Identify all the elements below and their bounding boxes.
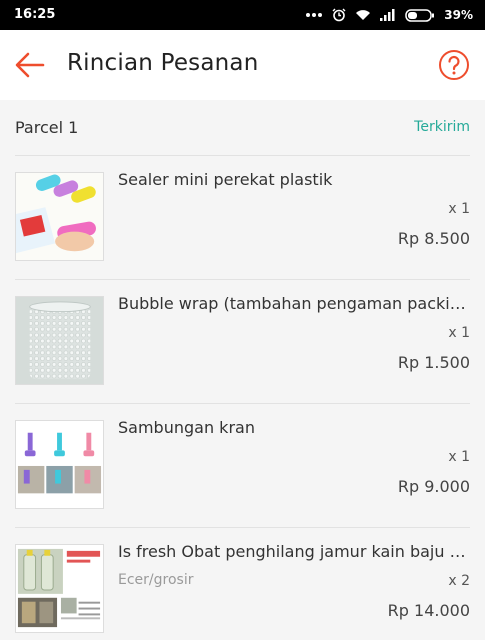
parcel-status: Terkirim	[414, 119, 470, 135]
order-item[interactable]: Sambungan kran x 1 Rp 9.000	[15, 403, 470, 527]
help-icon	[439, 50, 469, 80]
item-name: Sambungan kran	[118, 418, 255, 437]
item-quantity: x 1	[448, 325, 470, 341]
status-icons: 39%	[305, 6, 473, 24]
order-item-list: Sealer mini perekat plastik x 1 Rp 8.500…	[15, 155, 470, 640]
status-bar: 16:25 39%	[0, 0, 485, 30]
parcel-header: Parcel 1 Terkirim	[0, 100, 485, 155]
product-thumbnail	[15, 172, 104, 261]
item-quantity: x 2	[448, 573, 470, 589]
page-title: Rincian Pesanan	[67, 50, 259, 76]
product-thumbnail	[15, 544, 104, 633]
item-quantity: x 1	[448, 201, 470, 217]
back-button[interactable]	[12, 49, 48, 81]
item-variant: Ecer/grosir	[118, 572, 194, 588]
product-thumbnail	[15, 296, 104, 385]
item-price: Rp 1.500	[397, 353, 470, 372]
status-time: 16:25	[14, 7, 56, 22]
wifi-icon	[355, 9, 371, 21]
battery-icon	[405, 8, 435, 22]
signal-dots-icon	[305, 12, 323, 18]
app-bar: Rincian Pesanan	[0, 30, 485, 100]
item-price: Rp 14.000	[387, 601, 470, 620]
back-arrow-icon	[15, 52, 45, 78]
item-price: Rp 9.000	[397, 477, 470, 496]
help-button[interactable]	[438, 49, 470, 81]
item-price: Rp 8.500	[397, 229, 470, 248]
item-quantity: x 1	[448, 449, 470, 465]
parcel-title: Parcel 1	[15, 118, 79, 137]
order-item[interactable]: Is fresh Obat penghilang jamur kain baju…	[15, 527, 470, 640]
item-name: Is fresh Obat penghilang jamur kain baju…	[118, 542, 470, 561]
battery-percent: 39%	[444, 8, 473, 22]
item-name: Sealer mini perekat plastik	[118, 170, 333, 189]
cellular-icon	[380, 9, 396, 21]
order-item[interactable]: Bubble wrap (tambahan pengaman packing) …	[15, 279, 470, 403]
item-name: Bubble wrap (tambahan pengaman packing)	[118, 294, 470, 313]
alarm-icon	[332, 8, 346, 22]
order-item[interactable]: Sealer mini perekat plastik x 1 Rp 8.500	[15, 155, 470, 279]
product-thumbnail	[15, 420, 104, 509]
